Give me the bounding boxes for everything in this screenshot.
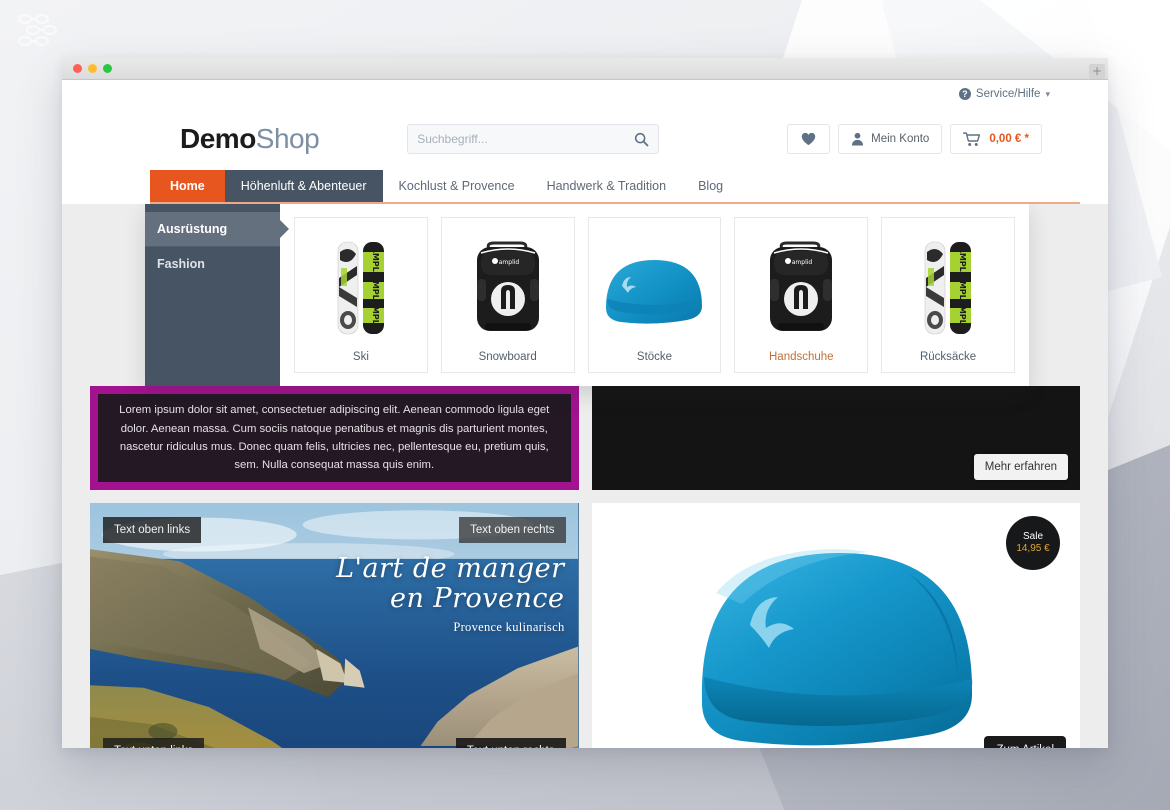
search-input[interactable] bbox=[417, 132, 635, 146]
sale-badge-price: 14,95 € bbox=[1016, 543, 1050, 554]
text-teaser-body: Lorem ipsum dolor sit amet, consectetuer… bbox=[119, 404, 550, 472]
shop-header: ? Service/Hilfe ▾ DemoShop Suchbegriff..… bbox=[62, 80, 1108, 170]
page-viewport: ? Service/Hilfe ▾ DemoShop Suchbegriff..… bbox=[62, 80, 1108, 748]
backpack-product-image-2: amplid bbox=[739, 228, 863, 347]
overlay-text-bottom-left[interactable]: Text unten links bbox=[103, 738, 205, 748]
window-controls[interactable] bbox=[73, 64, 112, 73]
svg-text:AMPLID: AMPLID bbox=[958, 299, 967, 334]
header-actions: Mein Konto 0,00 € * bbox=[787, 124, 1042, 154]
logo-text-light: Shop bbox=[255, 123, 320, 154]
svg-text:amplid: amplid bbox=[498, 259, 519, 266]
overlay-text-bottom-right[interactable]: Text unten rechts bbox=[455, 738, 566, 748]
logo-text-bold: Demo bbox=[180, 123, 256, 154]
account-label: Mein Konto bbox=[871, 133, 930, 145]
overlay-text-top-right[interactable]: Text oben rechts bbox=[459, 517, 566, 543]
text-teaser-inner: Lorem ipsum dolor sit amet, consectetuer… bbox=[98, 394, 571, 482]
header-main-row: DemoShop Suchbegriff... Mein Konto 0,00 … bbox=[92, 108, 1078, 170]
flyout-tile-label-ruecksaecke: Rücksäcke bbox=[919, 351, 977, 363]
zum-artikel-button[interactable]: Zum Artikel bbox=[984, 736, 1066, 748]
ski-product-image: AMPLID AMPLID AMPLID bbox=[299, 228, 423, 347]
nav-item-hoehenluft-abenteuer[interactable]: Höhenluft & Abenteuer bbox=[224, 170, 383, 202]
flyout-tile-stoecke[interactable]: Stöcke bbox=[587, 217, 722, 373]
minimize-window-button[interactable] bbox=[88, 64, 97, 73]
flyout-tile-label-handschuhe: Handschuhe bbox=[769, 351, 834, 363]
main-navigation-wrap: Home Höhenluft & Abenteuer Kochlust & Pr… bbox=[62, 170, 1108, 204]
service-help-label: Service/Hilfe bbox=[975, 88, 1041, 100]
landscape-subtitle: Provence kulinarisch bbox=[453, 619, 565, 634]
flyout-tile-snowboard[interactable]: amplid Snowboard bbox=[440, 217, 575, 373]
nav-item-kochlust-provence[interactable]: Kochlust & Provence bbox=[383, 170, 531, 202]
nav-item-home[interactable]: Home bbox=[150, 170, 225, 202]
flyout-tile-ski[interactable]: AMPLID AMPLID AMPLID Ski bbox=[294, 217, 428, 373]
svg-text:amplid: amplid bbox=[792, 259, 813, 266]
flyout-tile-label-snowboard: Snowboard bbox=[478, 351, 537, 363]
product-teaser[interactable]: Sale 14,95 € Zum Artikel bbox=[591, 503, 1080, 748]
question-circle-icon: ? bbox=[958, 88, 971, 100]
black-banner: Mehr erfahren bbox=[591, 386, 1080, 490]
browser-window: + ? Service/Hilfe ▾ DemoShop Suchbegriff… bbox=[62, 58, 1108, 748]
nav-item-blog[interactable]: Blog bbox=[682, 170, 739, 202]
heart-icon bbox=[801, 132, 816, 146]
text-teaser-block: Lorem ipsum dolor sit amet, consectetuer… bbox=[90, 386, 579, 490]
close-window-button[interactable] bbox=[73, 64, 82, 73]
search-button[interactable] bbox=[634, 132, 649, 147]
flyout-tile-label-ski: Ski bbox=[352, 351, 369, 363]
cart-amount: 0,00 € * bbox=[989, 133, 1029, 145]
flyout-sidebar-item-ausruestung[interactable]: Ausrüstung bbox=[145, 212, 280, 246]
new-tab-button[interactable]: + bbox=[1089, 64, 1105, 79]
flyout-tile-ruecksaecke[interactable]: AMPLID AMPLID AMPLID Rücksäcke bbox=[881, 217, 1015, 373]
landscape-headline-line1: L'art de manger bbox=[336, 553, 565, 584]
search-box[interactable] bbox=[407, 124, 660, 154]
service-row: ? Service/Hilfe ▾ bbox=[92, 80, 1078, 108]
category-flyout-menu: Ausrüstung Fashion AMPLID AMPLID AMPLID … bbox=[145, 204, 1029, 386]
beanie-product-image-large bbox=[701, 548, 972, 745]
beanie-product-image-small bbox=[593, 228, 717, 347]
account-button[interactable]: Mein Konto bbox=[838, 124, 943, 154]
flyout-tile-grid: AMPLID AMPLID AMPLID Ski amplid Snowboar… bbox=[280, 204, 1029, 386]
mehr-erfahren-button[interactable]: Mehr erfahren bbox=[973, 454, 1068, 480]
maximize-window-button[interactable] bbox=[103, 64, 112, 73]
service-help-menu[interactable]: ? Service/Hilfe ▾ bbox=[958, 88, 1050, 100]
flyout-tile-handschuhe[interactable]: amplid Handschuhe bbox=[734, 217, 869, 373]
page-body: Ausrüstung Fashion AMPLID AMPLID AMPLID … bbox=[62, 204, 1108, 748]
overlay-text-top-left[interactable]: Text oben links bbox=[103, 517, 202, 543]
content-column-right: Mehr erfahren Sale 14,95 € bbox=[591, 386, 1080, 748]
flyout-tile-label-stoecke: Stöcke bbox=[636, 351, 673, 363]
sale-badge: Sale 14,95 € bbox=[1006, 516, 1060, 570]
flyout-sidebar: Ausrüstung Fashion bbox=[145, 204, 280, 386]
cart-icon bbox=[963, 131, 981, 146]
shopware-logo-watermark bbox=[17, 13, 58, 47]
browser-titlebar: + bbox=[62, 58, 1108, 80]
ski-product-image-2: AMPLID AMPLID AMPLID bbox=[886, 228, 1010, 347]
user-icon bbox=[852, 132, 864, 146]
nav-item-handwerk-tradition[interactable]: Handwerk & Tradition bbox=[531, 170, 683, 202]
content-column-left: Lorem ipsum dolor sit amet, consectetuer… bbox=[90, 386, 579, 748]
landscape-headline: L'art de manger en Provence Provence kul… bbox=[336, 553, 565, 635]
flyout-sidebar-item-fashion[interactable]: Fashion bbox=[145, 246, 280, 281]
chevron-down-icon: ▾ bbox=[1045, 88, 1050, 99]
landscape-banner[interactable]: Text oben links Text oben rechts Text un… bbox=[90, 503, 579, 748]
wishlist-button[interactable] bbox=[787, 124, 831, 154]
search-icon bbox=[635, 132, 649, 146]
landscape-headline-line2: en Provence bbox=[389, 583, 565, 615]
svg-text:AMPLID: AMPLID bbox=[371, 299, 380, 334]
shop-logo[interactable]: DemoShop bbox=[180, 123, 320, 155]
main-navigation: Home Höhenluft & Abenteuer Kochlust & Pr… bbox=[150, 170, 1080, 204]
cart-button[interactable]: 0,00 € * bbox=[950, 124, 1042, 154]
backpack-product-image-1: amplid bbox=[446, 228, 570, 347]
sale-badge-label: Sale bbox=[1022, 530, 1043, 542]
